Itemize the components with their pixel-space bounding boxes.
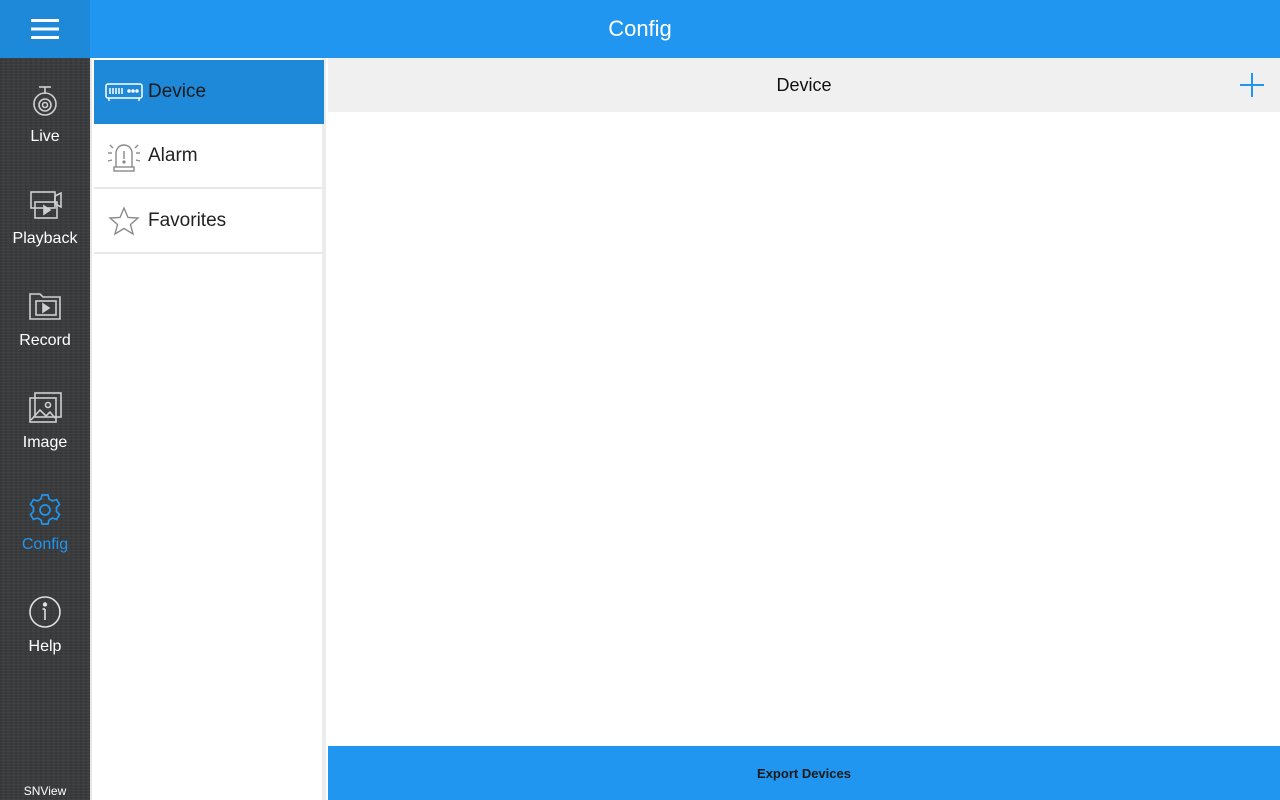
sidebar-item-live[interactable]: Live: [0, 58, 90, 158]
camera-icon: [25, 82, 65, 122]
sidebar-item-help[interactable]: Help: [0, 568, 90, 668]
submenu-item-alarm[interactable]: Alarm: [94, 125, 324, 189]
sidebar-item-image[interactable]: Image: [0, 364, 90, 464]
sidebar-item-label: Image: [22, 434, 68, 451]
alarm-light-icon: [102, 136, 146, 176]
submenu-item-favorites[interactable]: Favorites: [94, 190, 324, 254]
plus-icon: [1240, 73, 1264, 97]
top-bar: Config: [90, 0, 1280, 58]
sidebar-item-label: Help: [28, 638, 62, 655]
sidebar-item-label: Record: [19, 332, 71, 349]
export-devices-button[interactable]: Export Devices: [328, 746, 1280, 800]
image-icon: [25, 388, 65, 428]
sidebar-item-label: Config: [21, 536, 69, 553]
info-icon: [25, 592, 65, 632]
page-title: Config: [608, 16, 672, 41]
sidebar-item-label: Playback: [12, 230, 78, 247]
brand-label: SNView: [23, 784, 67, 798]
hamburger-icon: [31, 19, 59, 39]
sidebar-item-label: Live: [30, 128, 60, 145]
sidebar-item-config[interactable]: Config: [0, 466, 90, 566]
content-title: Device: [776, 74, 832, 95]
star-icon: [102, 201, 146, 241]
playback-icon: [25, 184, 65, 224]
menu-button[interactable]: [0, 0, 90, 58]
export-devices-label: Export Devices: [757, 765, 851, 781]
config-submenu: Device Alarm Favorites: [90, 58, 326, 800]
sidebar-item-record[interactable]: Record: [0, 262, 90, 362]
device-list-area: [328, 112, 1280, 746]
gear-icon: [25, 490, 65, 530]
main-sidebar: Live Playback Record Image Config Help S…: [0, 58, 90, 800]
submenu-item-label: Alarm: [148, 145, 198, 166]
dvr-device-icon: [102, 72, 146, 112]
submenu-item-label: Favorites: [148, 210, 227, 231]
add-device-button[interactable]: [1238, 71, 1266, 99]
submenu-item-label: Device: [148, 81, 207, 102]
content-header: Device: [328, 58, 1280, 112]
submenu-item-device[interactable]: Device: [94, 60, 324, 124]
sidebar-item-playback[interactable]: Playback: [0, 160, 90, 260]
record-folder-icon: [25, 286, 65, 326]
